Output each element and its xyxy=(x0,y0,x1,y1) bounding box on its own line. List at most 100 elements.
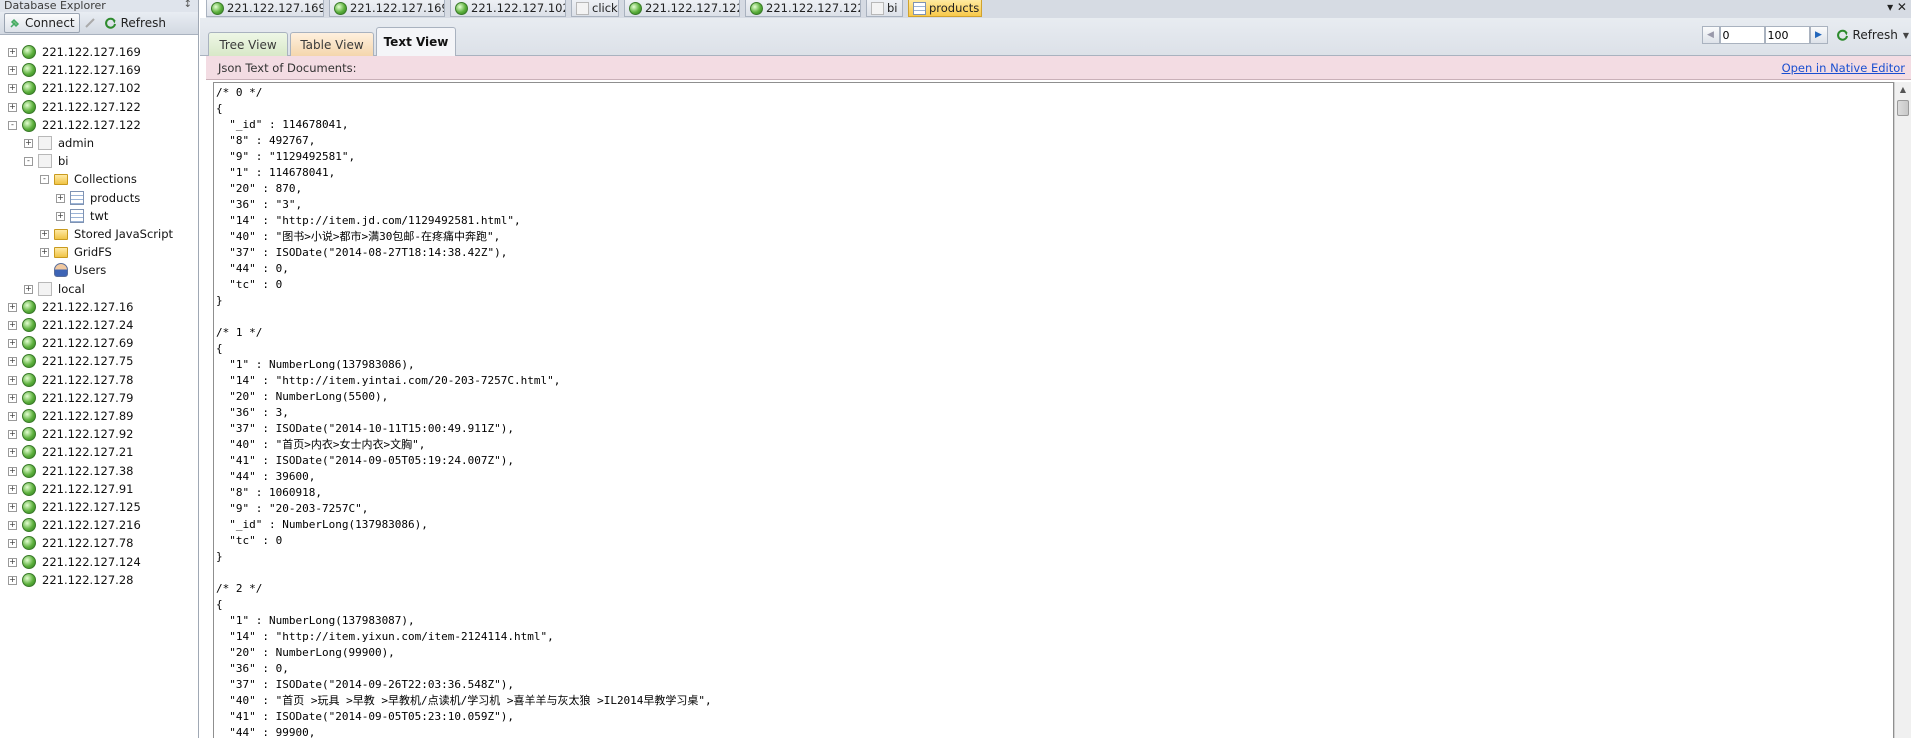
document-tab[interactable]: click xyxy=(571,0,619,17)
tree-item[interactable]: +221.122.127.28 xyxy=(0,571,198,589)
expand-icon[interactable]: + xyxy=(8,557,17,567)
tree-item[interactable]: +221.122.127.91 xyxy=(0,480,198,498)
server-icon xyxy=(22,572,36,587)
tree-item-label: GridFS xyxy=(74,245,112,260)
expand-icon[interactable]: + xyxy=(8,539,17,549)
expand-icon[interactable]: + xyxy=(56,211,65,221)
tree-item[interactable]: + products xyxy=(0,189,198,207)
tree-item[interactable]: + Stored JavaScript xyxy=(0,225,198,243)
scroll-thumb[interactable] xyxy=(1897,100,1909,116)
tab-tree-view[interactable]: Tree View xyxy=(208,32,288,56)
expand-icon[interactable]: + xyxy=(8,393,17,403)
tree-item-label: twt xyxy=(90,208,109,223)
tree-item[interactable]: +221.122.127.169 xyxy=(0,61,198,79)
document-tab[interactable]: 221.122.127.122 xyxy=(624,0,740,17)
tree-item[interactable]: + admin xyxy=(0,134,198,152)
tree-item[interactable]: +221.122.127.16 xyxy=(0,298,198,316)
tree-item[interactable]: Users xyxy=(0,261,198,279)
server-icon xyxy=(22,500,36,514)
tree-item[interactable]: +221.122.127.92 xyxy=(0,425,198,443)
tree-item[interactable]: + GridFS xyxy=(0,243,198,261)
chevron-down-icon[interactable]: ▼ xyxy=(1903,31,1909,40)
expand-icon[interactable]: + xyxy=(8,466,17,476)
expand-icon[interactable]: + xyxy=(40,230,49,239)
tree-item[interactable]: +221.122.127.69 xyxy=(0,334,198,352)
tab-text-view[interactable]: Text View xyxy=(376,27,456,56)
tree-item-label: 221.122.127.16 xyxy=(42,299,134,314)
document-tab[interactable]: 221.122.127.169 xyxy=(206,0,324,17)
disconnect-icon[interactable] xyxy=(82,15,98,31)
expand-icon[interactable]: + xyxy=(8,302,17,312)
expand-icon[interactable]: + xyxy=(24,284,33,294)
previous-page-button[interactable]: ◀ xyxy=(1701,26,1720,44)
tree-item[interactable]: +221.122.127.169 xyxy=(0,43,198,61)
document-tab[interactable]: 221.122.127.122 xyxy=(745,0,861,17)
expand-icon[interactable]: + xyxy=(8,66,17,76)
expand-icon[interactable]: + xyxy=(8,412,17,421)
users-icon xyxy=(54,263,68,278)
tree-item[interactable]: +221.122.127.24 xyxy=(0,316,198,334)
tab-table-view[interactable]: Table View xyxy=(290,32,374,56)
expand-icon[interactable]: + xyxy=(8,84,17,94)
tree-item[interactable]: - Collections xyxy=(0,170,198,188)
tree-item[interactable]: +221.122.127.75 xyxy=(0,352,198,370)
pin-icon[interactable]: ↕ xyxy=(184,0,192,11)
expand-icon[interactable]: + xyxy=(8,430,17,440)
server-icon xyxy=(22,409,36,423)
tree-item[interactable]: +221.122.127.78 xyxy=(0,371,198,389)
database-explorer-panel: Database Explorer ↕ Connect Refresh +221… xyxy=(0,0,199,738)
tree-item-label: 221.122.127.124 xyxy=(42,554,141,569)
scroll-up-icon[interactable]: ▲ xyxy=(1895,82,1911,98)
expand-icon[interactable]: + xyxy=(8,339,17,349)
tree-item[interactable]: - bi xyxy=(0,152,198,170)
expand-icon[interactable]: + xyxy=(56,193,65,203)
expand-icon[interactable]: + xyxy=(8,321,17,330)
tree-item[interactable]: - 221.122.127.122 xyxy=(0,116,198,134)
document-tab[interactable]: bi xyxy=(866,0,903,17)
tree-item[interactable]: +221.122.127.38 xyxy=(0,462,198,480)
expand-icon[interactable]: + xyxy=(8,448,17,458)
skip-input[interactable] xyxy=(1719,26,1765,44)
tree-item-label: Users xyxy=(74,263,107,278)
explorer-refresh-button[interactable]: Refresh xyxy=(100,14,170,32)
tree-item-label: 221.122.127.125 xyxy=(42,500,141,514)
collapse-icon[interactable]: - xyxy=(8,120,17,130)
expand-icon[interactable]: + xyxy=(24,139,33,148)
tree-item[interactable]: +221.122.127.122 xyxy=(0,98,198,116)
json-text-editor[interactable]: /* 0 */ { "_id" : 114678041, "8" : 49276… xyxy=(213,82,1894,738)
window-controls[interactable]: ▾ ✕ xyxy=(1887,0,1907,14)
json-text[interactable]: /* 0 */ { "_id" : 114678041, "8" : 49276… xyxy=(214,83,1893,738)
expand-icon[interactable]: + xyxy=(8,484,17,494)
tree-item[interactable]: + local xyxy=(0,280,198,298)
expand-icon[interactable]: + xyxy=(8,357,17,367)
expand-icon[interactable]: + xyxy=(40,248,49,258)
server-icon xyxy=(629,2,642,15)
expand-icon[interactable]: + xyxy=(8,375,17,385)
tree-item[interactable]: + twt xyxy=(0,207,198,225)
document-tab[interactable]: 221.122.127.169 xyxy=(329,0,445,17)
expand-icon[interactable]: + xyxy=(8,575,17,585)
tree-item[interactable]: +221.122.127.89 xyxy=(0,407,198,425)
expand-icon[interactable]: + xyxy=(8,48,17,57)
connect-button[interactable]: Connect xyxy=(4,13,80,33)
vertical-scrollbar[interactable]: ▲ xyxy=(1894,82,1911,738)
tree-item[interactable]: +221.122.127.21 xyxy=(0,443,198,461)
tree-item[interactable]: +221.122.127.79 xyxy=(0,389,198,407)
open-native-editor-link[interactable]: Open in Native Editor xyxy=(1782,56,1905,80)
tree-item[interactable]: +221.122.127.78 xyxy=(0,534,198,552)
server-icon xyxy=(22,554,36,569)
tree-item[interactable]: +221.122.127.102 xyxy=(0,79,198,97)
tree-item[interactable]: +221.122.127.125 xyxy=(0,498,198,516)
collapse-icon[interactable]: - xyxy=(40,175,49,185)
document-tab[interactable]: 221.122.127.102 xyxy=(450,0,566,17)
next-page-button[interactable]: ▶ xyxy=(1809,26,1828,44)
tree-item[interactable]: +221.122.127.124 xyxy=(0,553,198,571)
limit-input[interactable] xyxy=(1764,26,1810,44)
expand-icon[interactable]: + xyxy=(8,102,17,112)
tree-item[interactable]: +221.122.127.216 xyxy=(0,516,198,534)
collapse-icon[interactable]: - xyxy=(24,157,33,167)
expand-icon[interactable]: + xyxy=(8,503,17,512)
refresh-button[interactable]: Refresh ▼ xyxy=(1832,26,1911,44)
document-tab[interactable]: products xyxy=(908,0,982,17)
expand-icon[interactable]: + xyxy=(8,521,17,531)
